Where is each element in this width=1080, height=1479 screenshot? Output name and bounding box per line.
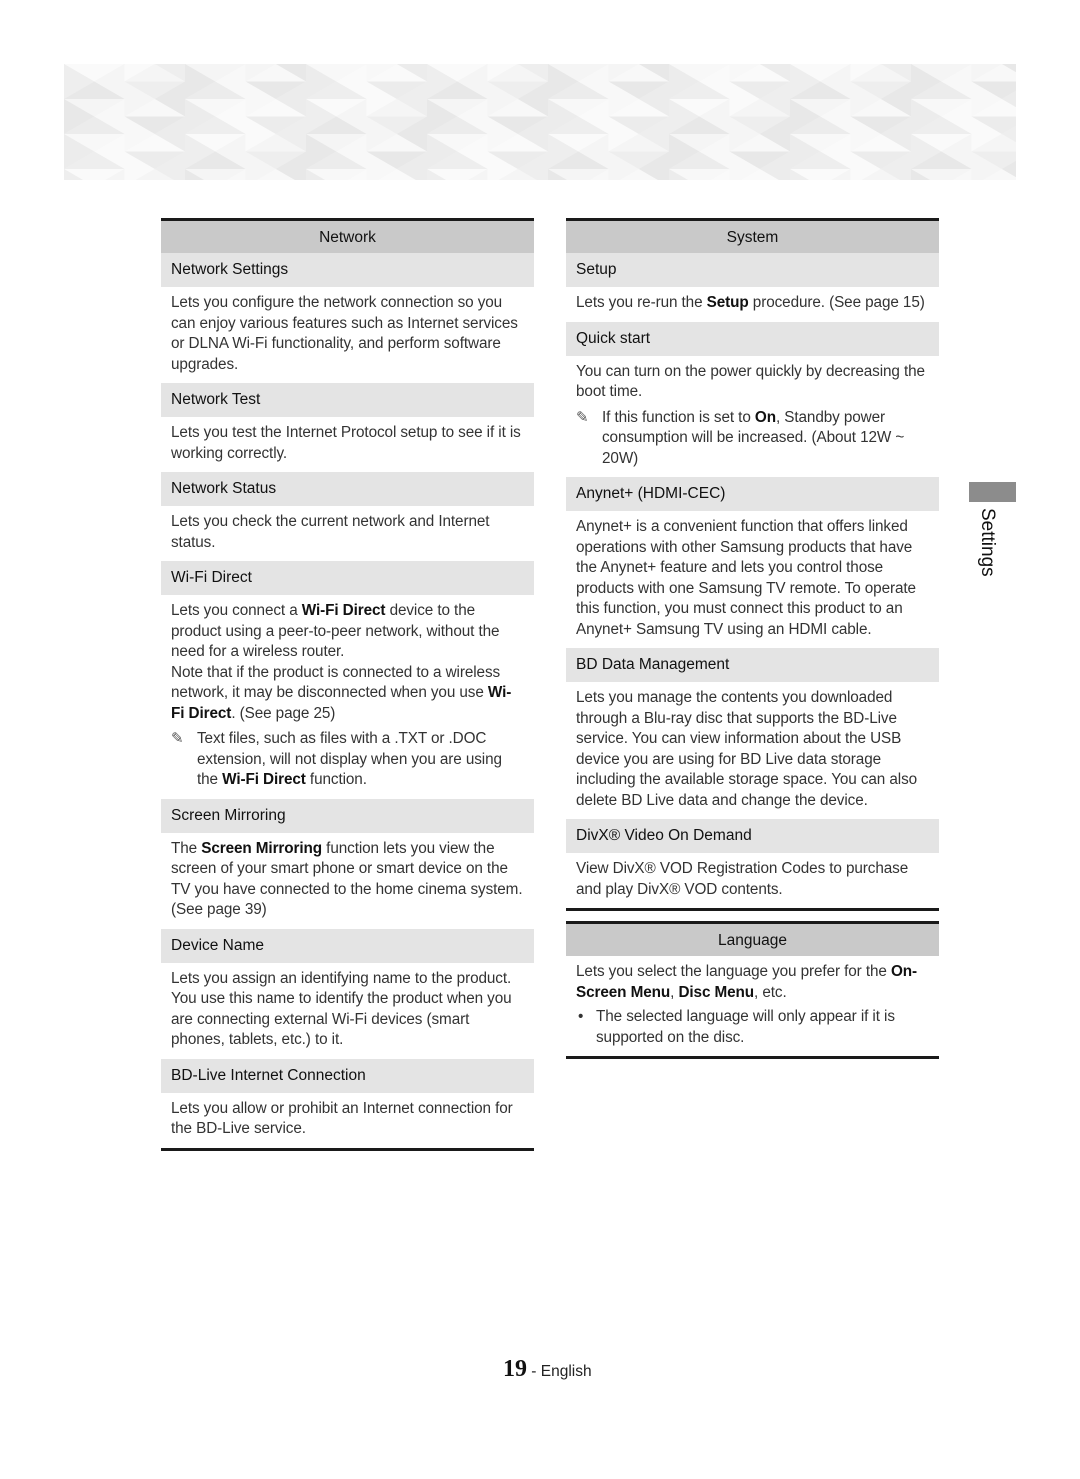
network-column: Network Network Settings Lets you config… xyxy=(161,218,534,1151)
item-body-wifi-direct: Lets you connect a Wi-Fi Direct device t… xyxy=(161,595,534,799)
page-footer: 19 - English xyxy=(503,1356,592,1383)
language-bullet: • The selected language will only appear… xyxy=(578,1008,895,1046)
chapter-tab-marker xyxy=(969,482,1016,502)
system-section: System Setup Lets you re-run the Setup p… xyxy=(566,218,939,911)
item-body-device-name: Lets you assign an identifying name to t… xyxy=(171,969,512,1049)
item-title-setup: Setup xyxy=(566,253,939,287)
header-pattern-banner xyxy=(64,64,1016,180)
quick-start-note: ✎ If this function is set to On, Standby… xyxy=(576,408,905,467)
item-body-anynet: Anynet+ is a convenient function that of… xyxy=(576,518,916,638)
item-body-network-settings: Lets you configure the network connectio… xyxy=(171,294,518,373)
language-section: Language Lets you select the language yo… xyxy=(566,921,939,1059)
footer-language: English xyxy=(540,1363,592,1380)
page-number: 19 xyxy=(503,1356,527,1382)
item-title-wifi-direct: Wi-Fi Direct xyxy=(161,561,534,595)
wifi-direct-note: ✎ Text files, such as files with a .TXT … xyxy=(171,730,502,788)
section-title-network: Network xyxy=(161,221,534,253)
chapter-tab-label: Settings xyxy=(977,508,998,577)
section-title-system: System xyxy=(566,221,939,253)
item-title-network-test: Network Test xyxy=(161,383,534,417)
item-body-bd-live-connection: Lets you allow or prohibit an Internet c… xyxy=(171,1099,513,1138)
item-title-divx-vod: DivX® Video On Demand xyxy=(566,819,939,853)
item-body-divx-vod: View DivX® VOD Registration Codes to pur… xyxy=(576,860,909,898)
item-body-language: Lets you select the language you prefer … xyxy=(566,956,939,1056)
item-body-setup: Lets you re-run the Setup procedure. (Se… xyxy=(576,294,925,311)
item-title-bd-live-connection: BD-Live Internet Connection xyxy=(161,1058,534,1093)
item-body-network-status: Lets you check the current network and I… xyxy=(171,513,490,551)
item-body-screen-mirroring: The Screen Mirroring function lets you v… xyxy=(171,839,523,919)
note-pencil-icon: ✎ xyxy=(576,408,589,426)
note-pencil-icon: ✎ xyxy=(171,730,184,747)
item-body-network-test: Lets you test the Internet Protocol setu… xyxy=(171,424,521,462)
item-title-quick-start: Quick start xyxy=(566,321,939,356)
item-title-device-name: Device Name xyxy=(161,928,534,963)
network-section: Network Network Settings Lets you config… xyxy=(161,218,534,1151)
section-title-language: Language xyxy=(566,924,939,956)
item-title-screen-mirroring: Screen Mirroring xyxy=(161,798,534,833)
item-title-anynet: Anynet+ (HDMI-CEC) xyxy=(566,477,939,511)
item-title-bd-data-management: BD Data Management xyxy=(566,648,939,682)
bullet-dot-icon: • xyxy=(578,1008,584,1025)
footer-separator: - xyxy=(527,1363,541,1380)
item-body-bd-data-management: Lets you manage the contents you downloa… xyxy=(576,689,918,809)
system-column: System Setup Lets you re-run the Setup p… xyxy=(566,218,939,1059)
hexagon-pattern xyxy=(64,64,1016,180)
item-title-network-status: Network Status xyxy=(161,472,534,506)
item-body-quick-start: You can turn on the power quickly by dec… xyxy=(566,356,939,478)
item-title-network-settings: Network Settings xyxy=(161,253,534,287)
